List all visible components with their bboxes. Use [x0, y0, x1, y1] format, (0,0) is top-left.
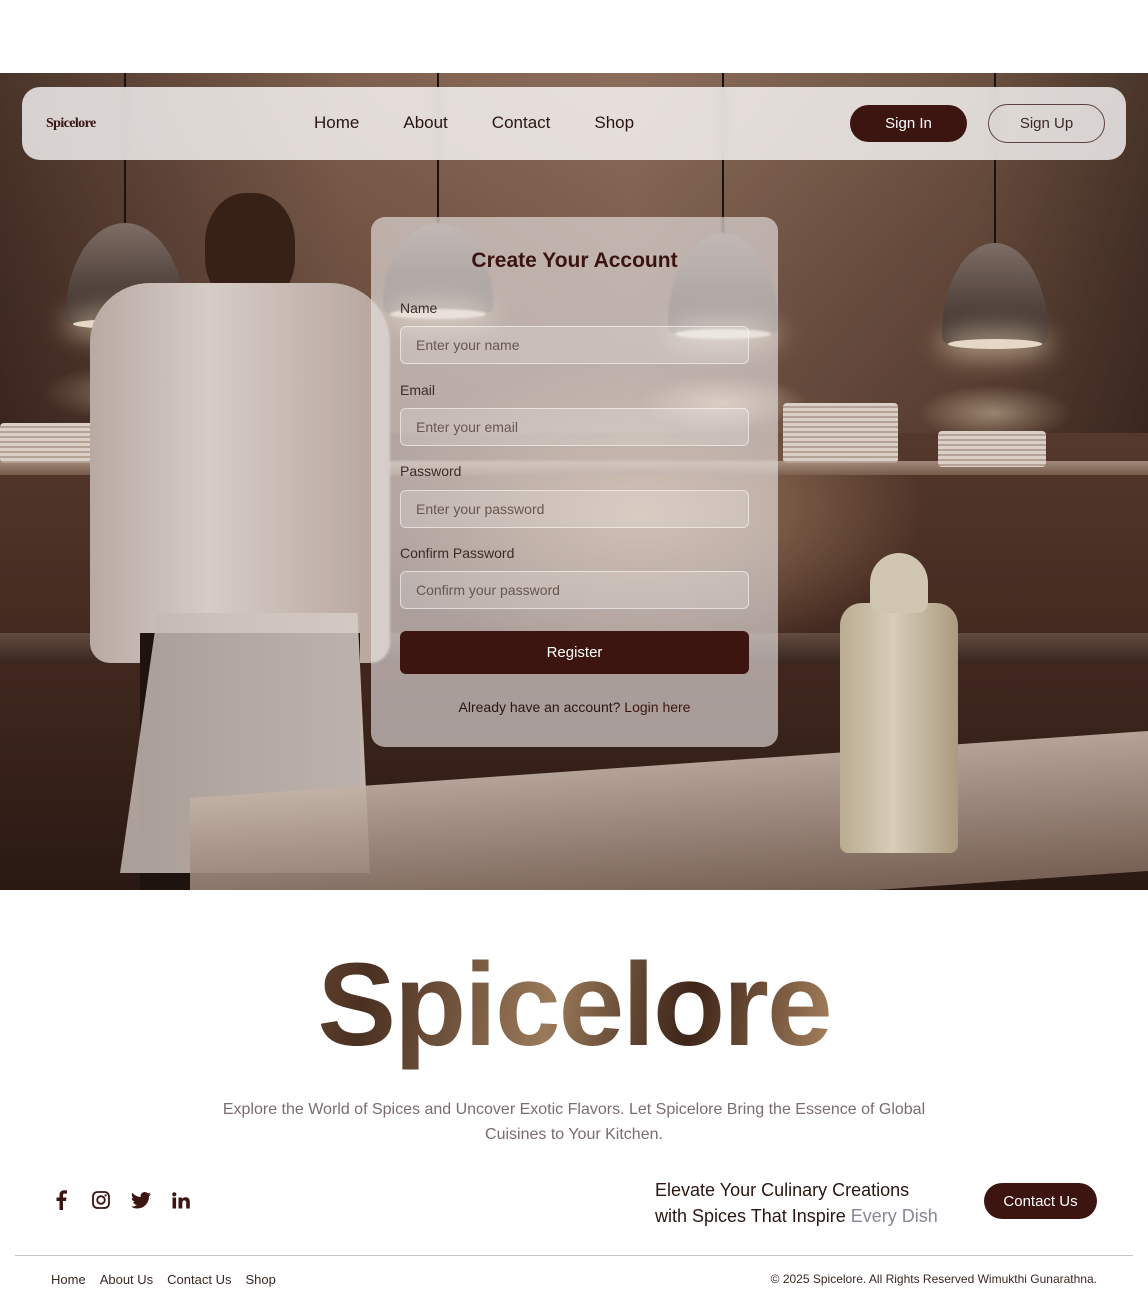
slogan-line-2-text: with Spices That Inspire — [655, 1206, 846, 1226]
login-link[interactable]: Login here — [624, 699, 690, 715]
email-input[interactable] — [400, 408, 749, 446]
password-input[interactable] — [400, 490, 749, 528]
linkedin-icon[interactable] — [170, 1189, 192, 1211]
footer-tagline: Explore the World of Spices and Uncover … — [222, 1101, 926, 1143]
footer-link-about[interactable]: About Us — [100, 1272, 153, 1287]
social-links — [50, 1189, 192, 1211]
login-prompt: Already have an account? Login here — [371, 699, 778, 715]
contact-us-button[interactable]: Contact Us — [984, 1183, 1097, 1219]
email-label: Email — [400, 382, 436, 398]
footer-slogan: Elevate Your Culinary Creations with Spi… — [655, 1177, 938, 1229]
register-form: Create Your Account Name Email Password … — [371, 217, 778, 747]
nav-menu: Home About Contact Shop — [314, 113, 634, 133]
nav-about[interactable]: About — [403, 113, 447, 133]
footer-divider — [15, 1255, 1133, 1256]
login-prompt-text: Already have an account? — [458, 699, 621, 715]
copyright-text: © 2025 Spicelore. All Rights Reserved Wi… — [770, 1272, 1097, 1286]
confirm-password-label: Confirm Password — [400, 545, 515, 561]
name-label: Name — [400, 300, 438, 316]
facebook-icon[interactable] — [50, 1189, 72, 1211]
twitter-icon[interactable] — [130, 1189, 152, 1211]
instagram-icon[interactable] — [90, 1189, 112, 1211]
footer-link-shop[interactable]: Shop — [245, 1272, 275, 1287]
confirm-password-input[interactable] — [400, 571, 749, 609]
sign-in-button[interactable]: Sign In — [850, 105, 967, 142]
slogan-accent: Every Dish — [850, 1206, 938, 1226]
sign-up-button[interactable]: Sign Up — [988, 104, 1105, 143]
slogan-line-2: with Spices That Inspire Every Dish — [655, 1203, 938, 1229]
nav-home[interactable]: Home — [314, 113, 359, 133]
nav-contact[interactable]: Contact — [492, 113, 551, 133]
site-logo[interactable]: Spicelore — [46, 116, 96, 132]
slogan-line-1: Elevate Your Culinary Creations — [655, 1180, 910, 1200]
nav-shop[interactable]: Shop — [594, 113, 634, 133]
password-label: Password — [400, 463, 462, 479]
form-title: Create Your Account — [471, 249, 678, 272]
footer-link-contact[interactable]: Contact Us — [167, 1272, 231, 1287]
name-input[interactable] — [400, 326, 749, 364]
footer-brand-wordmark: Spicelore — [0, 935, 1148, 1075]
top-navbar: Spicelore Home About Contact Shop Sign I… — [22, 87, 1126, 160]
footer-link-home[interactable]: Home — [51, 1272, 86, 1287]
footer-links: Home About Us Contact Us Shop — [51, 1272, 276, 1287]
register-button[interactable]: Register — [400, 631, 749, 674]
